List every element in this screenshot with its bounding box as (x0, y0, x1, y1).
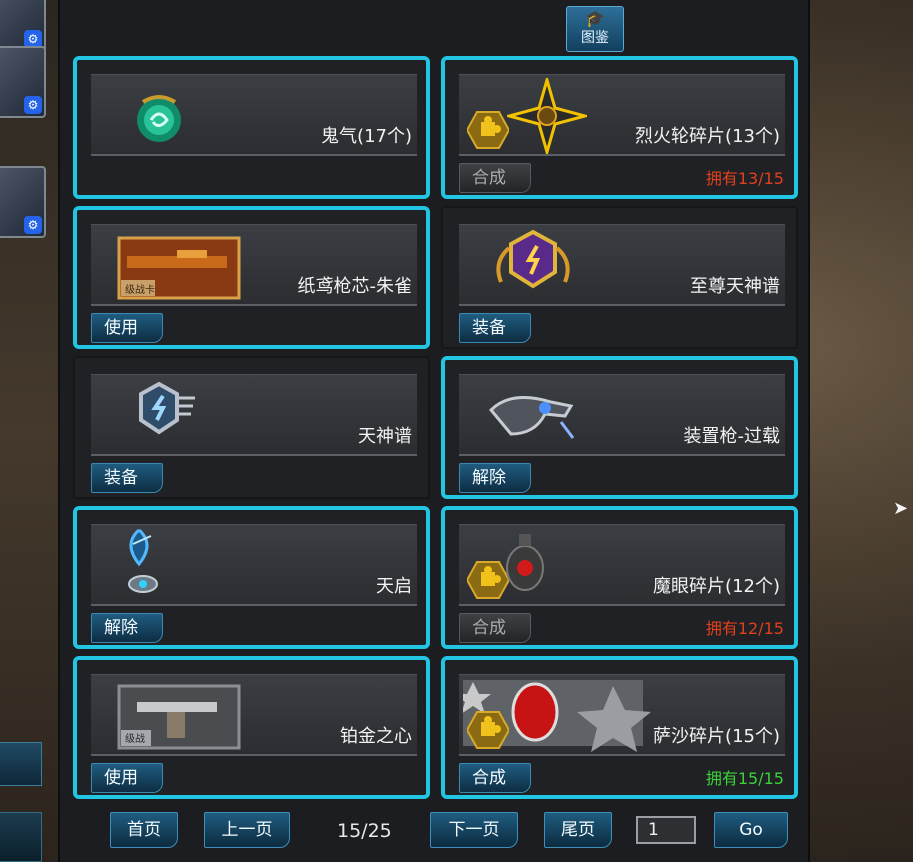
silver-winged-emblem-icon (139, 381, 195, 435)
use-button[interactable]: 使用 (91, 313, 163, 343)
apocalypse-device-icon (128, 528, 158, 593)
equip-button[interactable]: 装备 (459, 313, 531, 343)
item-name: 烈火轮碎片(13个) (635, 126, 780, 147)
item-name: 装置枪-过载 (683, 426, 781, 447)
card-label: 级战 (125, 733, 145, 745)
side-tab-2[interactable] (0, 812, 42, 862)
item-card-1[interactable]: 鬼气(17个) (73, 56, 430, 199)
item-card-7[interactable]: 天启 解除 (73, 506, 430, 649)
wrench-icon[interactable]: ⚙ (24, 216, 42, 234)
owned-count: 拥有12/15 (705, 619, 784, 638)
owned-count: 拥有13/15 (705, 169, 784, 188)
item-card-3[interactable]: 级战卡 纸鸢枪芯-朱雀 使用 (73, 206, 430, 349)
item-card-6[interactable]: 装置枪-过载 解除 (441, 356, 798, 499)
page-indicator: 15/25 (337, 820, 392, 842)
item-name: 铂金之心 (340, 726, 412, 747)
page-number-input[interactable]: 1 (636, 816, 696, 844)
item-name: 纸鸢枪芯-朱雀 (297, 276, 413, 297)
collection-button[interactable]: 🎓 图鉴 (566, 6, 624, 52)
next-page-button[interactable]: 下一页 (430, 812, 518, 848)
owned-count: 拥有15/15 (705, 769, 784, 788)
graduation-cap-icon: 🎓 (585, 9, 605, 28)
side-tab[interactable] (0, 742, 42, 786)
card-label: 级战卡 (125, 283, 155, 296)
item-card-2[interactable]: 烈火轮碎片(13个) 合成 拥有13/15 (441, 56, 798, 199)
go-button[interactable]: Go (714, 812, 788, 848)
unequip-button[interactable]: 解除 (91, 613, 163, 643)
collection-panel: 🎓 图鉴 鬼气(17个) 烈火轮碎片(13个) 合成 拥有13/15 级战卡 纸… (58, 0, 810, 862)
last-page-button[interactable]: 尾页 (544, 812, 612, 848)
item-name: 天神谱 (358, 426, 412, 447)
puzzle-piece-icon (467, 111, 509, 149)
equip-button[interactable]: 装备 (91, 463, 163, 493)
item-name: 魔眼碎片(12个) (653, 576, 780, 597)
item-card-5[interactable]: 天神谱 装备 (73, 356, 430, 499)
item-name: 天启 (376, 576, 412, 597)
side-character-slot-3[interactable]: ⚙ (0, 166, 46, 238)
collection-label: 图鉴 (581, 30, 609, 46)
side-character-slot-2[interactable]: ⚙ (0, 46, 46, 118)
side-character-slot-1[interactable]: ⚙ (0, 0, 46, 52)
combine-button[interactable]: 合成 (459, 613, 531, 643)
left-background (0, 0, 60, 862)
wrench-icon[interactable]: ⚙ (24, 96, 42, 114)
item-name: 萨沙碎片(15个) (653, 726, 780, 747)
item-name: 鬼气(17个) (321, 126, 412, 147)
weapon-card-icon: 级战卡 (117, 236, 241, 300)
fire-wheel-shuriken-icon (507, 78, 587, 154)
item-card-9[interactable]: 级战 铂金之心 使用 (73, 656, 430, 799)
item-card-4[interactable]: 至尊天神谱 装备 (441, 206, 798, 349)
combine-button[interactable]: 合成 (459, 763, 531, 793)
gold-winged-emblem-icon (496, 229, 570, 289)
prev-page-button[interactable]: 上一页 (204, 812, 290, 848)
demon-eye-grenade-icon (506, 534, 544, 591)
revolver-card-icon: 级战 (117, 684, 241, 750)
device-gun-icon (488, 396, 575, 439)
item-card-8[interactable]: 魔眼碎片(12个) 合成 拥有12/15 (441, 506, 798, 649)
mouse-cursor-icon: ➤ (893, 498, 909, 519)
item-name: 至尊天神谱 (690, 276, 780, 297)
item-card-10[interactable]: 萨沙碎片(15个) 合成 拥有15/15 (441, 656, 798, 799)
green-spirit-orb-icon (137, 95, 181, 142)
unequip-button[interactable]: 解除 (459, 463, 531, 493)
use-button[interactable]: 使用 (91, 763, 163, 793)
puzzle-piece-icon (467, 711, 509, 749)
combine-button[interactable]: 合成 (459, 163, 531, 193)
first-page-button[interactable]: 首页 (110, 812, 178, 848)
